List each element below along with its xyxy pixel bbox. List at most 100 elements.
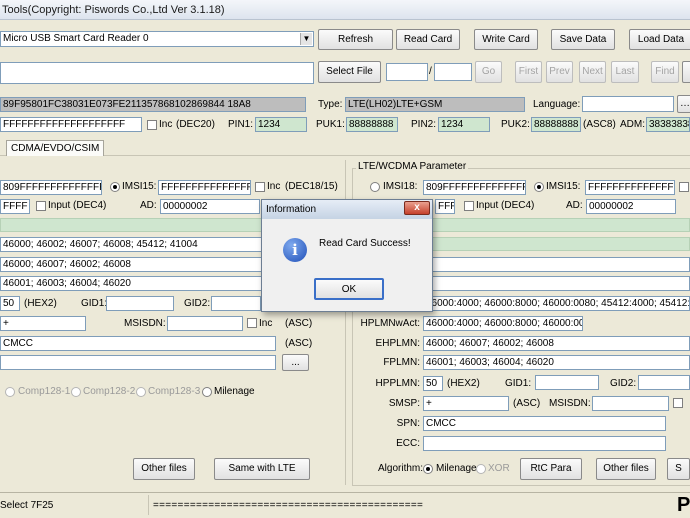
right-imsi18-field[interactable]: 809FFFFFFFFFFFFFFF [423,180,526,195]
comp128-1-radio[interactable] [5,387,15,397]
read-card-button[interactable]: Read Card [396,29,460,50]
first-button[interactable]: First [515,61,542,83]
left-inc-label: Inc [267,181,281,192]
language-field[interactable] [582,96,674,112]
comp128-3-radio[interactable] [136,387,146,397]
right-inc-checkbox[interactable] [679,182,689,192]
right-other-files-button[interactable]: Other files [596,458,656,480]
fplmn-field[interactable]: 46001; 46003; 46004; 46020 [423,355,690,370]
right-field-row3[interactable] [423,276,690,291]
comp128-2-radio[interactable] [71,387,81,397]
ehplmn-field[interactable]: 46000; 46007; 46002; 46008 [423,336,690,351]
next-button[interactable]: Next [579,61,606,83]
last-button[interactable]: Last [611,61,639,83]
smsp-label: SMSP: [388,398,420,409]
right-smsp-field[interactable]: + [423,396,509,411]
left-asc-label: (ASC) [285,318,313,329]
close-icon[interactable]: x [404,201,430,215]
lte-group-title: LTE/WCDMA Parameter [356,160,469,174]
hplmnwact-field[interactable]: 46000:4000; 46000:8000; 46000:0080 [423,316,583,331]
algorithm-label: Algorithm: [378,463,424,474]
reader-select[interactable]: Micro USB Smart Card Reader 0 ▼ [0,31,314,47]
right-gid1-label: GID1: [505,378,532,389]
language-button[interactable]: … [677,95,690,113]
page-total-input[interactable] [434,63,472,81]
page-current-input[interactable] [386,63,428,81]
write-card-button[interactable]: Write Card [474,29,538,50]
status-progress: ========================================… [153,500,424,511]
right-gid1-field[interactable] [535,375,599,390]
tab-cdma[interactable]: CDMA/EVDO/CSIM [6,140,105,156]
refresh-button[interactable]: Refresh [318,29,393,50]
pin2-field[interactable]: 1234 [438,117,490,132]
left-input-checkbox[interactable] [36,201,46,211]
inc-checkbox[interactable] [147,120,157,130]
left-ecc-field[interactable] [0,355,276,370]
right-gid2-field[interactable] [638,375,690,390]
prev-button[interactable]: Prev [546,61,573,83]
left-milenage-radio[interactable] [202,387,212,397]
right-milenage-radio[interactable] [423,464,433,474]
left-imsi18-field[interactable]: 809FFFFFFFFFFFFFF [0,180,102,195]
right-ecc-field[interactable] [423,436,666,451]
right-msisdn-field[interactable] [592,396,669,411]
xor-radio[interactable] [476,464,486,474]
pin1-field[interactable]: 1234 [255,117,307,132]
same-with-lte-button[interactable]: Same with LTE [214,458,310,480]
reader-select-value: Micro USB Smart Card Reader 0 [3,33,149,44]
left-inc-checkbox[interactable] [255,182,265,192]
right-field-row2[interactable] [423,257,690,272]
find-button[interactable]: Find [651,61,679,83]
adm-label: ADM: [620,119,645,130]
iccid-field[interactable]: 89F95801FC38031E073FE211357868102869844 … [0,97,306,112]
right-msisdn-checkbox[interactable] [673,398,683,408]
save-data-button[interactable]: Save Data [551,29,615,50]
right-imsi18-radio[interactable] [370,182,380,192]
right-oplmn-field[interactable]: 46000:4000; 46000:8000; 46000:0080; 4541… [423,296,690,311]
right-input-checkbox[interactable] [464,201,474,211]
left-browse-button[interactable]: ... [282,354,309,371]
left-spn-field[interactable]: CMCC [0,336,276,351]
left-msisdn-field[interactable] [167,316,243,331]
puk2-field[interactable]: 88888888 [531,117,581,132]
right-spn-field[interactable]: CMCC [423,416,666,431]
right-imsi15-field[interactable]: FFFFFFFFFFFFFFF [585,180,675,195]
left-ad-field[interactable]: 00000002 [160,199,260,214]
right-hpplmn-field[interactable]: 50 [423,376,443,391]
right-save-button[interactable]: S [667,458,690,480]
left-smsp-field[interactable]: + [0,316,86,331]
left-other-files-button[interactable]: Other files [133,458,195,480]
file-path-input[interactable] [0,62,314,84]
dialog-message: Read Card Success! [319,238,411,249]
comp128-1-label: Comp128-1 [18,386,71,397]
left-gid1-field[interactable] [106,296,174,311]
puk1-field[interactable]: 88888888 [346,117,398,132]
left-imsi15-radio[interactable] [110,182,120,192]
chevron-down-icon[interactable]: ▼ [300,33,312,45]
right-imsi15-radio[interactable] [534,182,544,192]
right-asc-label: (ASC) [513,398,541,409]
hplmnwact-label: HPLMNwAct: [360,318,420,329]
right-gid2-label: GID2: [610,378,637,389]
right-ad-field[interactable]: 00000002 [586,199,676,214]
adm-field[interactable]: 38383838 [646,117,690,132]
rc-para-button[interactable]: RtC Para [520,458,582,480]
left-msisdn-label: MSISDN: [124,318,166,329]
extra-button[interactable] [682,61,690,83]
left-inc2-checkbox[interactable] [247,318,257,328]
pin2-label: PIN2: [411,119,437,130]
fplmn-label: FPLMN: [383,357,420,368]
right-acc-field[interactable]: FFFF [435,199,455,214]
load-data-button[interactable]: Load Data [629,29,690,50]
left-hpplmn-field[interactable]: 50 [0,296,20,311]
left-acc-field[interactable]: FFFF [0,199,30,214]
dialog-ok-button[interactable]: OK [314,278,384,300]
puk1-label: PUK1: [316,119,345,130]
left-gid2-field[interactable] [211,296,261,311]
left-imsi15-field[interactable]: FFFFFFFFFFFFFFF [158,180,251,195]
go-button[interactable]: Go [475,61,502,83]
select-file-button[interactable]: Select File [318,61,381,83]
left-ad-label: AD: [140,200,157,211]
ki-field[interactable]: FFFFFFFFFFFFFFFFFFFF [0,117,142,132]
comp128-2-label: Comp128-2 [83,386,136,397]
